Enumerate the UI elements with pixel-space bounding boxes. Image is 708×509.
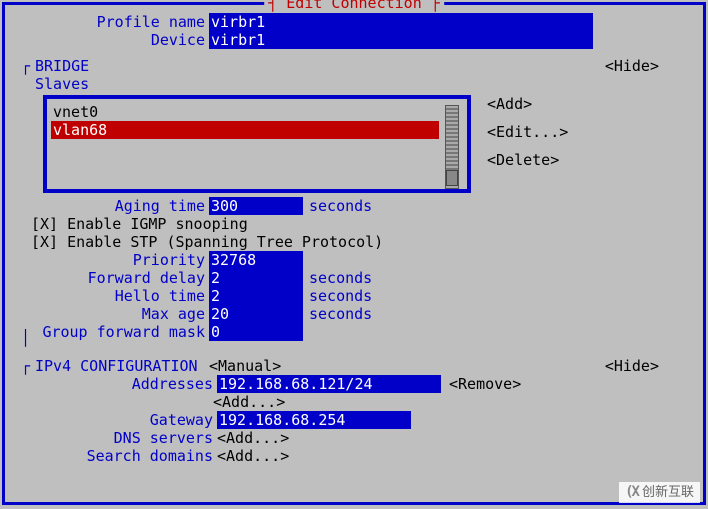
gateway-label: Gateway <box>25 411 217 429</box>
maxage-input[interactable]: 20 <box>209 305 303 323</box>
aging-label: Aging time <box>25 197 209 215</box>
watermark-text: 创新互联 <box>642 485 694 501</box>
bridge-section: BRIDGE Slaves <Hide> vnet0 vlan68 <Add> <box>25 57 683 341</box>
dns-add-button[interactable]: <Add...> <box>217 429 289 447</box>
slaves-delete-button[interactable]: <Delete> <box>487 151 568 169</box>
gfwdmask-label: Group forward mask <box>25 323 209 341</box>
fdelay-input[interactable]: 2 <box>209 269 303 287</box>
aging-input[interactable]: 300 <box>209 197 303 215</box>
search-domains-label: Search domains <box>25 447 217 465</box>
slaves-edit-button[interactable]: <Edit...> <box>487 123 568 141</box>
ipv4-section: IPv4 CONFIGURATION <Manual> <Hide> Addre… <box>25 357 683 465</box>
section-corner-icon <box>21 57 30 75</box>
hello-label: Hello time <box>25 287 209 305</box>
ipv4-title: IPv4 CONFIGURATION <box>35 357 209 375</box>
ipv4-mode-select[interactable]: <Manual> <box>209 357 281 375</box>
maxage-label: Max age <box>25 305 209 323</box>
slave-item[interactable]: vnet0 <box>51 103 439 121</box>
address-input[interactable]: 192.168.68.121/24 <box>217 375 441 393</box>
addresses-label: Addresses <box>25 375 217 393</box>
maxage-unit: seconds <box>309 305 372 323</box>
slaves-add-button[interactable]: <Add> <box>487 95 568 113</box>
bridge-subtitle: Slaves <box>35 75 89 93</box>
search-add-button[interactable]: <Add...> <box>217 447 289 465</box>
slaves-scrollbar[interactable] <box>445 105 459 189</box>
section-corner-icon <box>21 357 30 375</box>
watermark-logo-icon: (X <box>625 484 638 501</box>
device-label: Device <box>25 31 209 49</box>
profile-name-label: Profile name <box>25 13 209 31</box>
device-input[interactable]: virbr1 <box>209 31 593 49</box>
bridge-hide-button[interactable]: <Hide> <box>605 57 659 75</box>
priority-input[interactable]: 32768 <box>209 251 303 269</box>
aging-unit: seconds <box>309 197 372 215</box>
profile-name-input[interactable]: virbr1 <box>209 13 593 31</box>
stp-checkbox[interactable]: [X] Enable STP (Spanning Tree Protocol) <box>31 233 683 251</box>
igmp-checkbox[interactable]: [X] Enable IGMP snooping <box>31 215 683 233</box>
dns-label: DNS servers <box>25 429 217 447</box>
scroll-thumb[interactable] <box>446 170 458 186</box>
address-remove-button[interactable]: <Remove> <box>449 375 521 393</box>
priority-label: Priority <box>25 251 209 269</box>
slave-item-selected[interactable]: vlan68 <box>51 121 439 139</box>
fdelay-unit: seconds <box>309 269 372 287</box>
ipv4-hide-button[interactable]: <Hide> <box>605 357 659 375</box>
watermark: (X 创新互联 <box>619 482 700 503</box>
bridge-title: BRIDGE <box>35 57 89 75</box>
section-side-icon <box>21 329 30 347</box>
fdelay-label: Forward delay <box>25 269 209 287</box>
address-add-button[interactable]: <Add...> <box>213 393 285 411</box>
slaves-listbox[interactable]: vnet0 vlan68 <box>43 95 471 193</box>
gateway-input[interactable]: 192.168.68.254 <box>217 411 411 429</box>
hello-unit: seconds <box>309 287 372 305</box>
hello-input[interactable]: 2 <box>209 287 303 305</box>
frame-title: ┤ Edit Connection ├ <box>264 0 444 12</box>
edit-connection-frame: ┤ Edit Connection ├ Profile name virbr1 … <box>2 2 706 505</box>
gfwdmask-input[interactable]: 0 <box>209 323 303 341</box>
